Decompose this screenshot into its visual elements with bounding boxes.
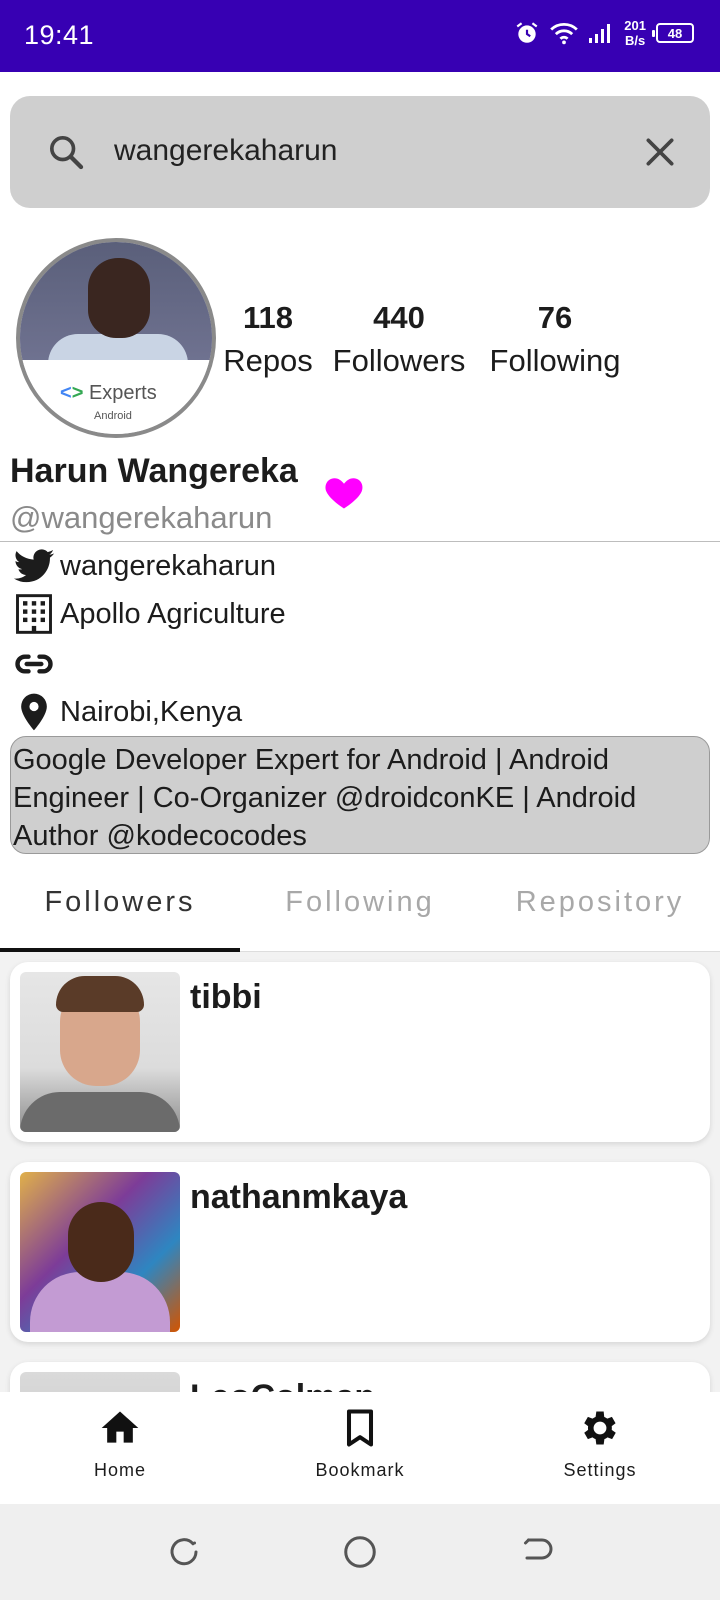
heart-icon[interactable] — [322, 470, 366, 514]
follower-avatar — [20, 1172, 180, 1332]
status-time: 19:41 — [24, 20, 95, 50]
net-speed-unit: B/s — [625, 33, 646, 48]
follower-login: nathanmkaya — [190, 1178, 408, 1216]
location-row: Nairobi,Kenya — [12, 690, 242, 734]
profile-handle: @wangerekaharun — [10, 500, 273, 535]
avatar-hair — [56, 976, 144, 1012]
gde-badge: <> Experts — [60, 382, 157, 404]
search-icon — [50, 136, 84, 170]
link-icon — [15, 654, 53, 674]
bookmark-icon — [346, 1409, 374, 1447]
location-pin-icon — [21, 693, 47, 731]
nav-settings[interactable]: Settings — [480, 1406, 720, 1481]
list-item[interactable]: nathanmkaya — [10, 1162, 710, 1342]
status-bar: 19:41 201 B/s 48 — [0, 0, 720, 72]
avatar-body — [20, 1092, 180, 1132]
tab-repository[interactable]: Repository — [480, 886, 720, 919]
twitter-icon — [13, 549, 55, 583]
status-icons: 201 B/s 48 — [514, 18, 694, 48]
stat-followers-value: 440 — [373, 300, 425, 335]
company-name: Apollo Agriculture — [60, 597, 286, 630]
bio: Google Developer Expert for Android | An… — [10, 736, 710, 854]
wifi-icon — [550, 22, 579, 45]
gde-badge-text: Experts — [88, 382, 157, 404]
battery-level: 48 — [667, 25, 683, 41]
stat-followers-label: Followers — [332, 343, 466, 378]
gde-badge-sub: Android — [94, 410, 132, 422]
alarm-icon — [516, 22, 538, 43]
recents-icon[interactable] — [166, 1534, 202, 1570]
follower-login: LeoColman — [190, 1378, 375, 1392]
company-building-icon — [16, 594, 52, 634]
nav-home-label: Home — [93, 1460, 146, 1480]
back-icon[interactable] — [518, 1534, 554, 1570]
avatar-head — [68, 1202, 134, 1282]
stat-following-label: Following — [489, 343, 621, 378]
tab-followers[interactable]: Followers — [0, 886, 240, 919]
stat-repos-label: Repos — [223, 343, 313, 378]
home-icon — [101, 1411, 139, 1443]
location-text: Nairobi,Kenya — [60, 695, 243, 728]
follower-avatar — [20, 1372, 180, 1392]
followers-list[interactable]: tibbi nathanmkaya LeoColman — [0, 952, 720, 1392]
nav-home[interactable]: Home — [0, 1406, 240, 1481]
profile-name: Harun Wangereka — [10, 452, 298, 490]
avatar-face — [88, 258, 150, 338]
nav-bookmark-label: Bookmark — [315, 1460, 405, 1480]
search-input[interactable]: wangerekaharun — [114, 134, 338, 168]
divider — [0, 541, 720, 542]
twitter-handle: wangerekaharun — [60, 549, 277, 582]
twitter-row[interactable]: wangerekaharun — [12, 544, 276, 588]
company-row: Apollo Agriculture — [12, 592, 286, 636]
battery-icon: 48 — [652, 23, 694, 43]
system-navigation-bar — [0, 1504, 720, 1600]
tab-bar: Followers Following Repository — [0, 856, 720, 952]
stat-following-value: 76 — [537, 300, 573, 335]
stat-repos: 118 Repos — [220, 296, 316, 382]
net-speed: 201 B/s — [624, 18, 646, 48]
avatar: <> Experts Android — [16, 238, 216, 438]
follower-avatar — [20, 972, 180, 1132]
home-button-icon[interactable] — [342, 1534, 378, 1570]
search-bar[interactable]: wangerekaharun — [10, 96, 710, 208]
list-item[interactable]: tibbi — [10, 962, 710, 1142]
nav-settings-label: Settings — [563, 1460, 637, 1480]
close-icon[interactable] — [640, 132, 680, 172]
tab-following[interactable]: Following — [240, 886, 480, 919]
signal-icon — [589, 24, 611, 43]
stat-repos-value: 118 — [242, 300, 293, 335]
follower-login: tibbi — [190, 978, 262, 1016]
stat-following: 76 Following — [482, 296, 628, 382]
blog-row[interactable] — [12, 642, 60, 686]
stat-followers: 440 Followers — [326, 296, 472, 382]
nav-bookmark[interactable]: Bookmark — [240, 1406, 480, 1481]
list-item[interactable]: LeoColman — [10, 1362, 710, 1392]
gear-icon — [584, 1411, 616, 1445]
net-speed-value: 201 — [624, 18, 646, 33]
bottom-navigation: Home Bookmark Settings — [0, 1392, 720, 1504]
